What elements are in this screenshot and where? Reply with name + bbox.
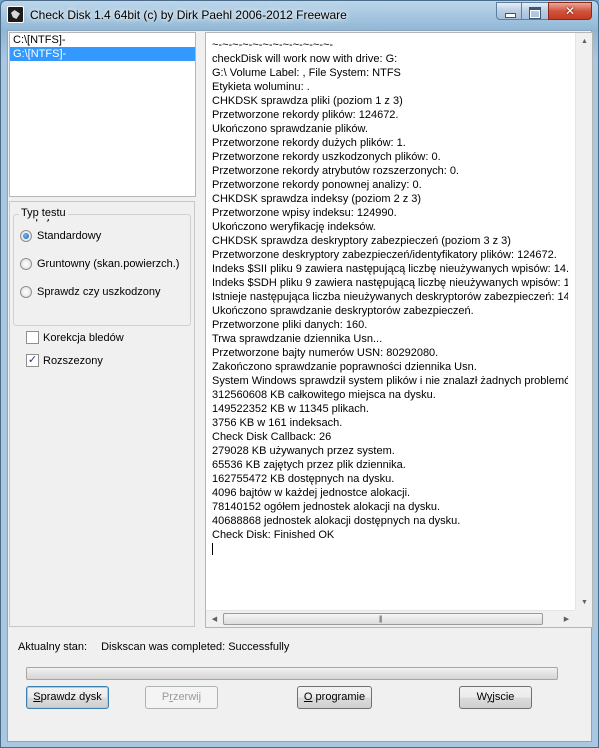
log-line: 149522352 KB w 11345 plikach. [212,403,369,415]
log-line: Przetworzone rekordy ponownej analizy: 0… [212,179,422,191]
scroll-down-icon[interactable]: ▼ [576,594,593,611]
scroll-corner [575,610,592,627]
log-line: 162755472 KB dostępnych na dysku. [212,473,395,485]
log-line: CHKDSK sprawdza deskryptory zabezpieczeń… [212,235,511,247]
log-line: G:\ Volume Label: , File System: NTFS [212,67,401,79]
progress-bar [26,667,558,680]
close-button[interactable] [548,2,592,20]
log-line: 78140152 ogółem jednostek alokacji na dy… [212,501,441,513]
log-line: Indeks $SDH pliku 9 zawiera następującą … [212,277,568,289]
log-line: Przetworzone bajty numerów USN: 80292080… [212,347,439,359]
horizontal-scroll-thumb[interactable]: ||| [223,613,543,625]
log-line: Check Disk Callback: 26 [212,431,332,443]
log-line: Przetworzone rekordy atrybutów rozszerzo… [212,165,459,177]
minimize-button[interactable] [496,2,522,20]
check-disk-button[interactable]: Sprawdz dysk [26,686,109,709]
checkbox-extended-label: Rozszezony [43,354,103,367]
log-line: Ukończono sprawdzanie plików. [212,123,368,135]
radio-standard-indicator[interactable] [20,230,32,242]
app-icon[interactable] [7,6,24,23]
test-type-label: Typ testu [19,207,68,219]
about-button[interactable]: O programie [297,686,372,709]
check-disk-label: prawdz dysk [40,691,102,703]
app-window: Check Disk 1.4 64bit (c) by Dirk Paehl 2… [0,0,599,748]
log-line: 4096 bajtów w każdej jednostce alokacji. [212,487,411,499]
radio-thorough-label: Gruntowny (skan.powierzch.) [37,258,180,270]
drive-item-c[interactable]: C:\[NTFS]- [10,33,195,47]
client-area: C:\[NTFS]- G:\[NTFS]- Opcje Typ testu St… [7,30,593,742]
log-line: Etykieta woluminu: . [212,81,310,93]
radio-check-damaged-label: Sprawdz czy uszkodzony [37,286,161,298]
log-line: Przetworzone deskryptory zabezpieczeń/id… [212,249,557,261]
scroll-right-icon[interactable]: ▶ [558,611,575,628]
log-line: Trwa sprawdzanie dziennika Usn... [212,333,383,345]
log-caret-line [212,542,568,556]
checkbox-fix-errors[interactable]: Korekcja bledów [26,331,124,344]
scroll-up-icon[interactable]: ▲ [576,33,593,50]
log-line: 65536 KB zajętych przez plik dziennika. [212,459,406,471]
log-line: ~-~-~-~-~-~-~-~-~-~-~-~- [212,39,334,51]
horizontal-scrollbar[interactable]: ◀ ||| ▶ [206,610,575,627]
log-line: 312560608 KB całkowitego miejsca na dysk… [212,389,436,401]
drive-item-g[interactable]: G:\[NTFS]- [10,47,195,61]
log-line: Przetworzone pliki danych: 160. [212,319,368,331]
exit-button[interactable]: Wyjscie [459,686,532,709]
log-line: Zakończono sprawdzanie poprawności dzien… [212,361,477,373]
log-text[interactable]: ~-~-~-~-~-~-~-~-~-~-~-~- checkDisk will w… [212,37,568,609]
radio-thorough-indicator[interactable] [20,258,32,270]
checkbox-extended[interactable]: ✓ Rozszezony [26,354,103,367]
caption-buttons [496,2,592,20]
log-line: CHKDSK sprawdza indeksy (poziom 2 z 3) [212,193,422,205]
radio-standard-label: Standardowy [37,230,102,242]
radio-standard[interactable]: Standardowy [20,230,101,242]
maximize-button[interactable] [522,2,548,20]
checkbox-fix-errors-label: Korekcja bledów [43,331,124,344]
log-line: Check Disk: Finished OK [212,529,335,541]
test-type-group: Typ testu Standardowy Gruntowny (skan.po… [13,207,191,326]
title-bar[interactable]: Check Disk 1.4 64bit (c) by Dirk Paehl 2… [1,1,598,29]
log-line: CHKDSK sprawdza pliki (poziom 1 z 3) [212,95,403,107]
log-line: Przetworzone wpisy indeksu: 124990. [212,207,397,219]
log-output[interactable]: ~-~-~-~-~-~-~-~-~-~-~-~- checkDisk will w… [205,32,593,628]
status-row: Aktualny stan: Diskscan was completed: S… [18,641,289,653]
log-line: Indeks $SII pliku 9 zawiera następującą … [212,263,568,275]
exit-label-pre: W [476,691,487,703]
log-line: 3756 KB w 161 indeksach. [212,417,343,429]
checkbox-extended-box[interactable]: ✓ [26,354,39,367]
status-value: Diskscan was completed: Successfully [101,641,290,653]
check-disk-accel: S [33,691,41,703]
vertical-scrollbar[interactable]: ▲ ▼ [575,33,592,611]
about-label: programie [312,691,366,703]
checkbox-fix-errors-box[interactable] [26,331,39,344]
text-caret [212,543,213,556]
status-label: Aktualny stan: [18,641,88,653]
radio-thorough[interactable]: Gruntowny (skan.powierzch.) [20,258,179,270]
log-line: Ukończono sprawdzanie deskryptorów zabez… [212,305,474,317]
log-line: System Windows sprawdził system plików i… [212,375,568,387]
log-line: Istnieje następująca liczba nieużywanych… [212,291,568,303]
log-line: Ukończono weryfikację indeksów. [212,221,376,233]
log-line: 40688868 jednostek alokacji dostępnych n… [212,515,461,527]
radio-check-damaged[interactable]: Sprawdz czy uszkodzony [20,286,161,298]
log-line: checkDisk will work now with drive: G: [212,53,398,65]
radio-check-damaged-indicator[interactable] [20,286,32,298]
log-line: Przetworzone rekordy uszkodzonych plików… [212,151,441,163]
drive-list[interactable]: C:\[NTFS]- G:\[NTFS]- [9,32,196,197]
exit-label: jscie [492,691,515,703]
window-title: Check Disk 1.4 64bit (c) by Dirk Paehl 2… [30,8,347,22]
options-panel: Opcje Typ testu Standardowy Gruntowny (s… [9,201,195,627]
scroll-left-icon[interactable]: ◀ [206,611,223,628]
stop-button[interactable]: Przerwij [145,686,218,709]
log-line: 279028 KB używanych przez system. [212,445,395,457]
log-line: Przetworzone rekordy dużych plików: 1. [212,137,406,149]
grip-icon: ||| [379,616,383,623]
stop-label: zerwij [172,691,202,703]
log-line: Przetworzone rekordy plików: 124672. [212,109,399,121]
